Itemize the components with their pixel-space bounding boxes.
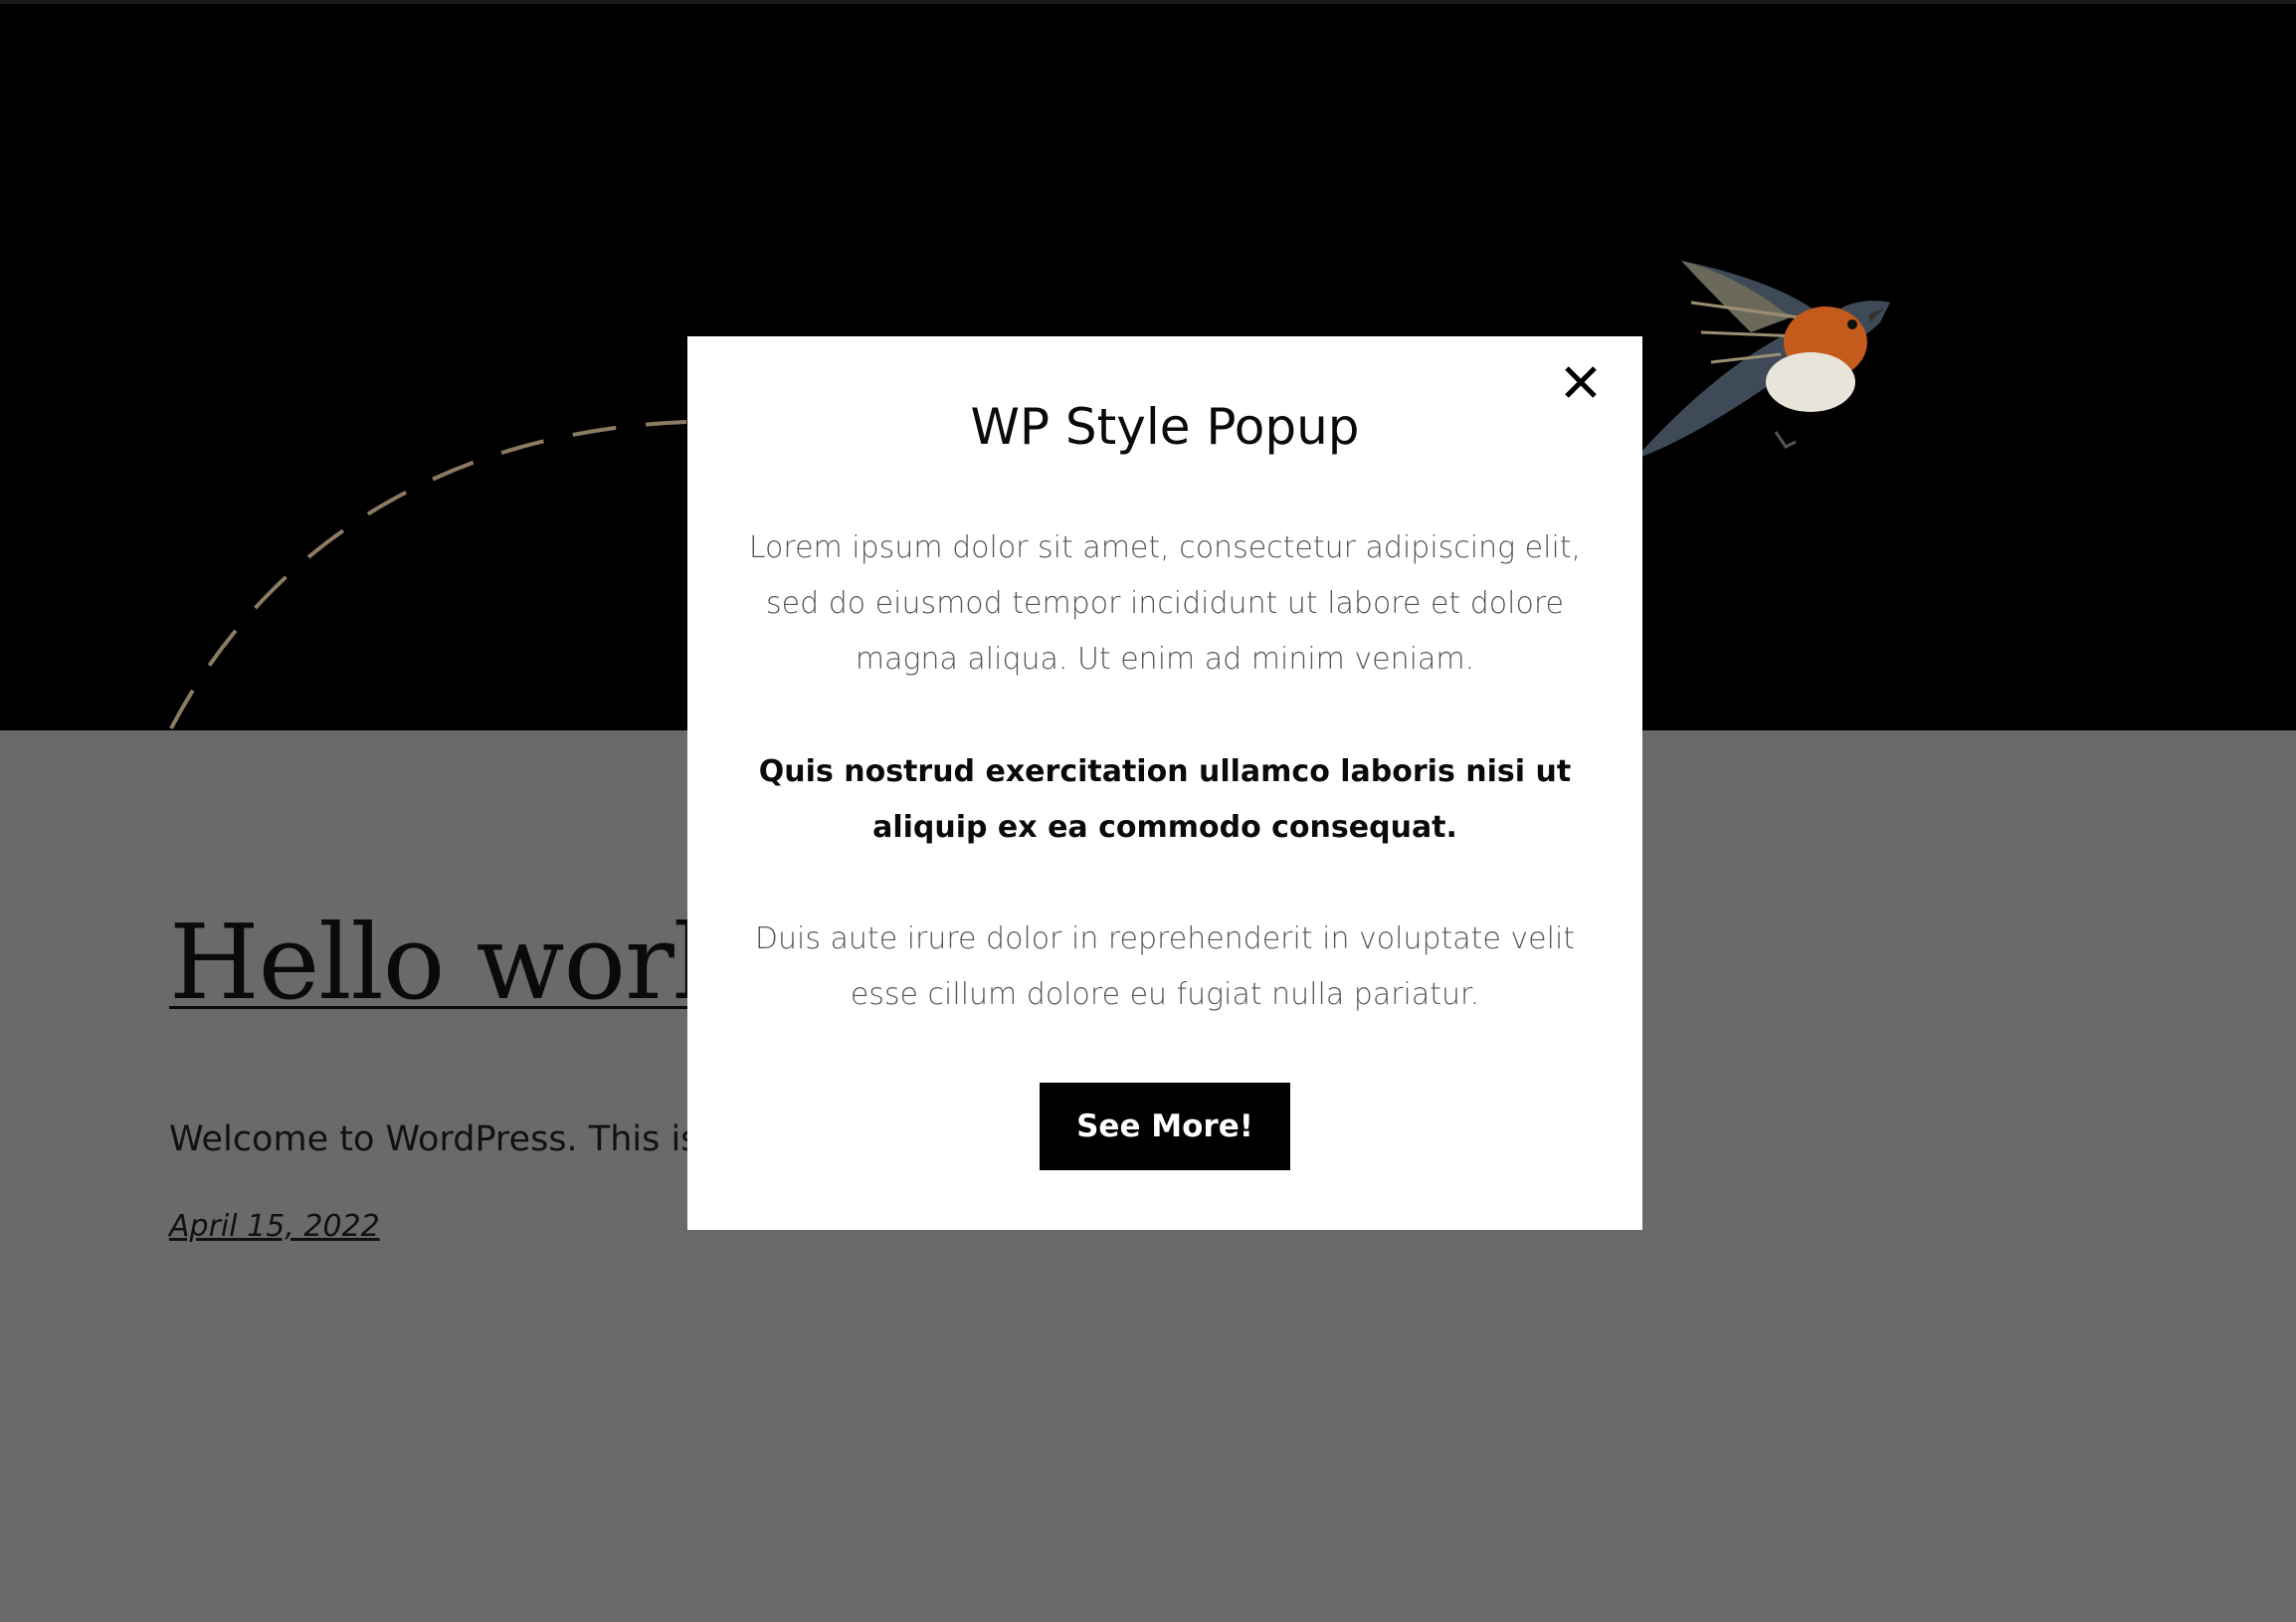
popup-dialog: WP Style Popup Lorem ipsum dolor sit ame… — [687, 336, 1642, 1230]
popup-paragraph-3: Duis aute irure dolor in reprehenderit i… — [754, 921, 1576, 1012]
popup-title: WP Style Popup — [970, 398, 1360, 456]
popup-paragraph-2: Quis nostrud exercitation ullamco labori… — [758, 754, 1572, 845]
popup-paragraph-1: Lorem ipsum dolor sit amet, consectetur … — [748, 530, 1582, 677]
see-more-button[interactable]: See More! — [1040, 1083, 1290, 1170]
